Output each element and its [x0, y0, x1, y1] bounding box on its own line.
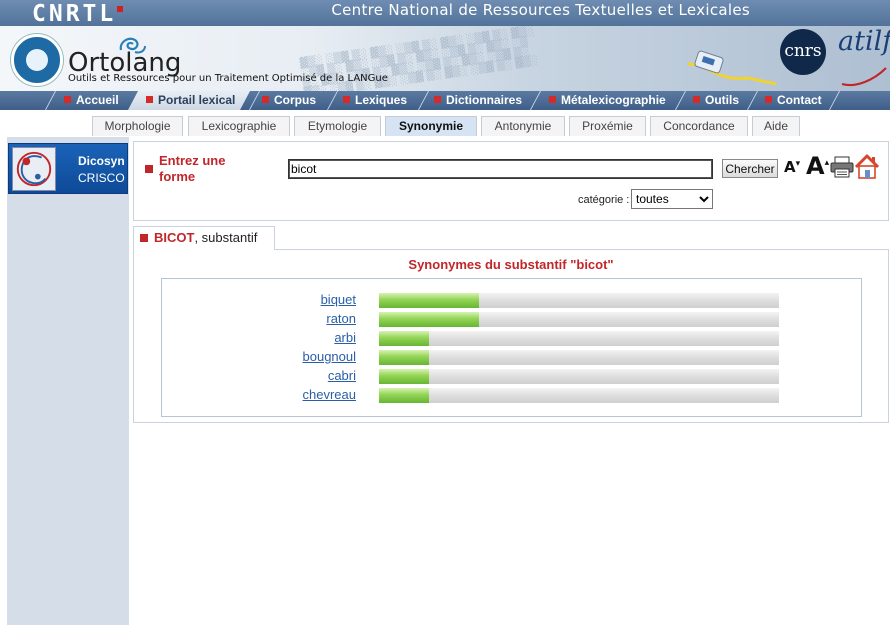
nav-item-dictionnaires[interactable]: Dictionnaires — [434, 91, 522, 110]
nav-item-outils[interactable]: Outils — [693, 91, 739, 110]
synonym-score-bar — [379, 312, 779, 327]
synonym-link[interactable]: arbi — [170, 330, 356, 346]
nav-item-portail-lexical[interactable]: Portail lexical — [146, 91, 235, 110]
synonym-score-fill — [379, 350, 429, 365]
nav-bullet-icon — [549, 96, 556, 103]
tab-concordance[interactable]: Concordance — [650, 116, 748, 136]
search-input[interactable] — [288, 159, 713, 179]
font-increase-button[interactable]: A▴ — [806, 152, 829, 180]
top-bar: CNRTL Centre National de Ressources Text… — [0, 0, 890, 27]
synonym-score-fill — [379, 293, 479, 308]
crisco-logo-icon — [12, 147, 56, 191]
nav-bullet-icon — [146, 96, 153, 103]
tab-aide[interactable]: Aide — [752, 116, 800, 136]
banner: ▓▒░ ░▒▓ ▒░ ▓▒░ ░▒▓ ▒░ ▓▒░ ░▒▓ ▒░ ▓▒░ ░▒▓ … — [0, 26, 890, 91]
synonym-score-fill — [379, 388, 429, 403]
nav-item-contact[interactable]: Contact — [765, 91, 822, 110]
nav-bullet-icon — [64, 96, 71, 103]
tab-proxemie[interactable]: Proxémie — [569, 116, 646, 136]
synonym-score-bar — [379, 369, 779, 384]
investissements-avenir-logo — [11, 34, 63, 86]
atilf-logo[interactable]: atilf — [838, 26, 890, 57]
tab-lexicographie[interactable]: Lexicographie — [188, 116, 290, 136]
ortolang-tagline: Outils et Ressources pour un Traitement … — [68, 73, 388, 84]
nav-bullet-icon — [262, 96, 269, 103]
synonym-score-bar — [379, 350, 779, 365]
synonym-link[interactable]: chevreau — [170, 387, 356, 403]
sidebar-item-subtitle: CRISCO — [78, 171, 125, 185]
search-label: Entrez une forme — [159, 153, 226, 184]
tab-antonymie[interactable]: Antonymie — [481, 116, 565, 136]
sidebar — [7, 137, 129, 625]
nav-bullet-icon — [434, 96, 441, 103]
search-bullet-icon — [145, 165, 153, 173]
result-tab-bullet-icon — [140, 234, 148, 242]
nav-item-accueil[interactable]: Accueil — [64, 91, 119, 110]
nav-bullet-icon — [343, 96, 350, 103]
site-title: Centre National de Ressources Textuelles… — [331, 1, 750, 19]
nav-item-metalexicographie[interactable]: Métalexicographie — [549, 91, 666, 110]
sidebar-item-title: Dicosyn — [78, 154, 125, 168]
cable-icon — [688, 50, 777, 86]
synonym-score-fill — [379, 312, 479, 327]
category-select[interactable]: toutes — [631, 189, 713, 209]
nav-bullet-icon — [765, 96, 772, 103]
category-label: catégorie : — [578, 194, 630, 206]
synonym-score-bar — [379, 331, 779, 346]
cnrtl-logo[interactable]: CNRTL — [32, 1, 124, 27]
nav-item-lexiques[interactable]: Lexiques — [343, 91, 407, 110]
synonym-link[interactable]: raton — [170, 311, 356, 327]
nav-item-corpus[interactable]: Corpus — [262, 91, 316, 110]
nav-bullet-icon — [693, 96, 700, 103]
tab-morphologie[interactable]: Morphologie — [92, 116, 183, 136]
synonym-score-bar — [379, 388, 779, 403]
tab-synonymie[interactable]: Synonymie — [385, 116, 477, 136]
synonym-score-fill — [379, 331, 429, 346]
synonym-score-bar — [379, 293, 779, 308]
font-decrease-button[interactable]: A▾ — [784, 158, 800, 176]
synonym-score-fill — [379, 369, 429, 384]
home-icon[interactable] — [854, 154, 880, 180]
tab-etymologie[interactable]: Etymologie — [294, 116, 381, 136]
cnrs-logo[interactable]: cnrs — [780, 29, 826, 75]
search-button[interactable]: Chercher — [722, 159, 778, 178]
result-heading: Synonymes du substantif "bicot" — [408, 257, 614, 272]
sidebar-item-dicosyn[interactable]: Dicosyn CRISCO — [8, 143, 128, 194]
synonym-link[interactable]: biquet — [170, 292, 356, 308]
print-icon[interactable] — [830, 156, 854, 178]
synonym-link[interactable]: bougnoul — [170, 349, 357, 365]
result-tab-label: BICOT, substantif — [154, 230, 258, 245]
synonym-link[interactable]: cabri — [170, 368, 356, 384]
atilf-swoosh-icon — [841, 67, 887, 87]
